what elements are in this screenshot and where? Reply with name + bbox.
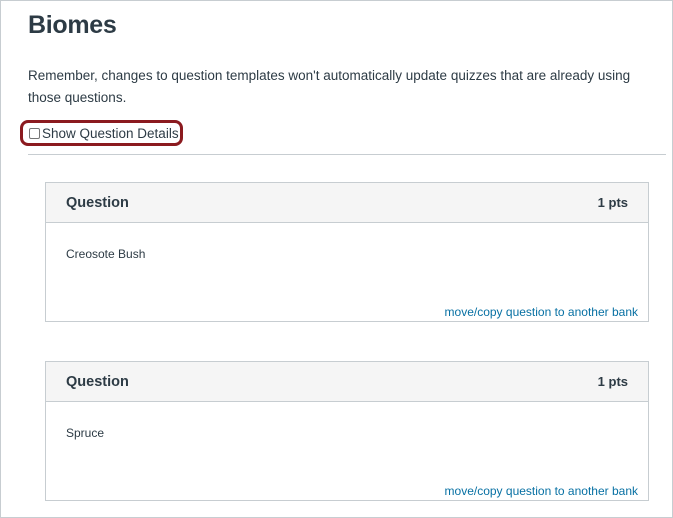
divider xyxy=(28,154,666,155)
show-question-details-label[interactable]: Show Question Details xyxy=(42,126,179,141)
show-question-details-toggle[interactable]: Show Question Details xyxy=(20,120,183,146)
question-points: 1 pts xyxy=(597,195,628,210)
question-title: Question xyxy=(66,194,129,211)
move-copy-question-link[interactable]: move/copy question to another bank xyxy=(445,484,638,498)
question-text: Creosote Bush xyxy=(66,247,146,261)
question-header: Question 1 pts xyxy=(46,362,648,402)
content-panel: Biomes Remember, changes to question tem… xyxy=(0,0,673,518)
question-card: Question 1 pts Creosote Bush move/copy q… xyxy=(45,182,649,322)
question-header: Question 1 pts xyxy=(46,183,648,223)
show-question-details-checkbox[interactable] xyxy=(29,127,40,139)
question-points: 1 pts xyxy=(597,374,628,389)
question-title: Question xyxy=(66,373,129,390)
notice-text: Remember, changes to question templates … xyxy=(28,68,631,105)
move-copy-question-link[interactable]: move/copy question to another bank xyxy=(445,305,638,319)
page-title: Biomes xyxy=(28,11,117,39)
question-card: Question 1 pts Spruce move/copy question… xyxy=(45,361,649,501)
question-text: Spruce xyxy=(66,426,105,440)
